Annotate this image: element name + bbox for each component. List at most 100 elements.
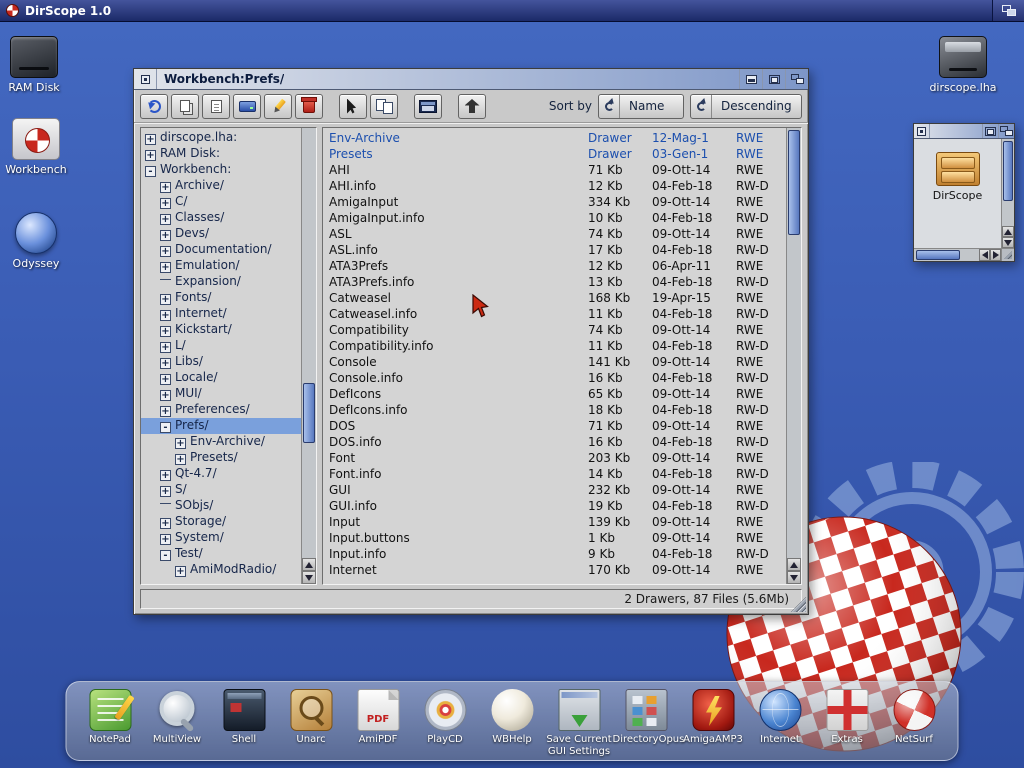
- device-button[interactable]: [233, 94, 261, 119]
- dock-item-multiview[interactable]: MultiView: [144, 689, 211, 757]
- expand-icon[interactable]: +: [160, 294, 171, 305]
- file-row[interactable]: Env-ArchiveDrawer12-Mag-1RWE: [323, 130, 786, 146]
- dock-item-amigaamp[interactable]: AmigaAMP3: [680, 689, 747, 757]
- tree-item[interactable]: +C/: [141, 194, 301, 210]
- collapse-icon[interactable]: -: [160, 550, 171, 561]
- icon-window-vscrollbar[interactable]: [1001, 139, 1014, 248]
- expand-icon[interactable]: +: [175, 454, 186, 465]
- pointer-button[interactable]: [339, 94, 367, 119]
- tree-item[interactable]: +Devs/: [141, 226, 301, 242]
- list-scroll-down-button[interactable]: [787, 571, 801, 584]
- file-row[interactable]: AmigaInput.info10 Kb04-Feb-18RW-D: [323, 210, 786, 226]
- select-button[interactable]: [370, 94, 398, 119]
- tree-item[interactable]: +Preferences/: [141, 402, 301, 418]
- expand-icon[interactable]: +: [145, 134, 156, 145]
- expand-icon[interactable]: +: [145, 150, 156, 161]
- file-row[interactable]: ATA3Prefs.info13 Kb04-Feb-18RW-D: [323, 274, 786, 290]
- tree-scrollbar[interactable]: [301, 128, 316, 584]
- rename-button[interactable]: [202, 94, 230, 119]
- expand-icon[interactable]: +: [160, 534, 171, 545]
- desktop-icon-workbench[interactable]: Workbench: [0, 118, 75, 176]
- expand-icon[interactable]: +: [175, 566, 186, 577]
- file-row[interactable]: Font203 Kb09-Ott-14RWE: [323, 450, 786, 466]
- file-row[interactable]: DOS.info16 Kb04-Feb-18RW-D: [323, 434, 786, 450]
- close-gadget[interactable]: [134, 69, 157, 89]
- dock-item-netsurf[interactable]: NetSurf: [881, 689, 948, 757]
- tree-item[interactable]: +Libs/: [141, 354, 301, 370]
- tree-item[interactable]: +dirscope.lha:: [141, 130, 301, 146]
- expand-icon[interactable]: +: [160, 198, 171, 209]
- dock-item-amipdf[interactable]: AmiPDF: [345, 689, 412, 757]
- file-row[interactable]: PresetsDrawer03-Gen-1RWE: [323, 146, 786, 162]
- tree-item[interactable]: +Internet/: [141, 306, 301, 322]
- screen-depth-gadget[interactable]: [992, 0, 1024, 21]
- scroll-right-button[interactable]: [990, 249, 1001, 261]
- file-row[interactable]: ASL.info17 Kb04-Feb-18RW-D: [323, 242, 786, 258]
- icon-window-hscrollbar[interactable]: [914, 248, 1001, 261]
- scroll-up-button[interactable]: [1002, 226, 1014, 237]
- resize-grip[interactable]: [1001, 248, 1014, 261]
- expand-icon[interactable]: +: [160, 230, 171, 241]
- dock-item-wbhelp[interactable]: WBHelp: [479, 689, 546, 757]
- edit-button[interactable]: [264, 94, 292, 119]
- zoom-gadget[interactable]: [762, 69, 785, 89]
- file-row[interactable]: GUI.info19 Kb04-Feb-18RW-D: [323, 498, 786, 514]
- tree-item[interactable]: +RAM Disk:: [141, 146, 301, 162]
- iconify-gadget[interactable]: [739, 69, 762, 89]
- dock-item-notepad[interactable]: NotePad: [77, 689, 144, 757]
- dock-item-unarc[interactable]: Unarc: [278, 689, 345, 757]
- tree-scroll-down-button[interactable]: [302, 571, 316, 584]
- file-row[interactable]: ATA3Prefs12 Kb06-Apr-11RWE: [323, 258, 786, 274]
- tree-item[interactable]: +Classes/: [141, 210, 301, 226]
- sort-order-cycle[interactable]: Descending: [690, 94, 802, 119]
- file-row[interactable]: Input.info9 Kb04-Feb-18RW-D: [323, 546, 786, 562]
- tree-item[interactable]: +Storage/: [141, 514, 301, 530]
- scroll-left-button[interactable]: [979, 249, 990, 261]
- icon-window-titlebar[interactable]: [914, 124, 1014, 139]
- file-row[interactable]: AHI71 Kb09-Ott-14RWE: [323, 162, 786, 178]
- tree-item[interactable]: +Presets/: [141, 450, 301, 466]
- desktop-icon-odyssey[interactable]: Odyssey: [0, 212, 75, 270]
- expand-icon[interactable]: +: [160, 470, 171, 481]
- list-scrollbar-thumb[interactable]: [788, 130, 800, 235]
- close-gadget[interactable]: [914, 124, 930, 138]
- sort-field-cycle[interactable]: Name: [598, 94, 684, 119]
- expand-icon[interactable]: +: [160, 358, 171, 369]
- expand-icon[interactable]: +: [160, 182, 171, 193]
- desktop-icon-ram-disk[interactable]: RAM Disk: [0, 36, 73, 94]
- file-row[interactable]: DOS71 Kb09-Ott-14RWE: [323, 418, 786, 434]
- file-row[interactable]: Compatibility.info11 Kb04-Feb-18RW-D: [323, 338, 786, 354]
- desktop-icon-dirscope-lha[interactable]: dirscope.lha: [924, 36, 1002, 94]
- dirscope-drawer-icon[interactable]: [936, 152, 980, 186]
- expand-icon[interactable]: +: [160, 342, 171, 353]
- tree-item[interactable]: -Test/: [141, 546, 301, 562]
- tree-item[interactable]: +L/: [141, 338, 301, 354]
- parent-button[interactable]: [458, 94, 486, 119]
- file-row[interactable]: Font.info14 Kb04-Feb-18RW-D: [323, 466, 786, 482]
- file-row[interactable]: AmigaInput334 Kb09-Ott-14RWE: [323, 194, 786, 210]
- tree-item[interactable]: +Fonts/: [141, 290, 301, 306]
- tree-item[interactable]: +Documentation/: [141, 242, 301, 258]
- expand-icon[interactable]: +: [160, 310, 171, 321]
- window-titlebar[interactable]: Workbench:Prefs/: [134, 69, 808, 90]
- list-scrollbar[interactable]: [786, 128, 801, 584]
- scroll-down-button[interactable]: [1002, 237, 1014, 248]
- dock-item-save-settings[interactable]: Save Current GUI Settings: [546, 689, 613, 757]
- tree-item[interactable]: SObjs/: [141, 498, 301, 514]
- zoom-gadget[interactable]: [982, 124, 998, 138]
- tree-item[interactable]: +System/: [141, 530, 301, 546]
- expand-icon[interactable]: +: [160, 326, 171, 337]
- dock-item-dopus[interactable]: DirectoryOpus: [613, 689, 680, 757]
- tree-item[interactable]: +Locale/: [141, 370, 301, 386]
- screen-button[interactable]: [414, 94, 442, 119]
- tree-item[interactable]: -Prefs/: [141, 418, 301, 434]
- file-row[interactable]: ASL74 Kb09-Ott-14RWE: [323, 226, 786, 242]
- file-row[interactable]: Input139 Kb09-Ott-14RWE: [323, 514, 786, 530]
- list-scroll-up-button[interactable]: [787, 558, 801, 571]
- tree-item[interactable]: -Workbench:: [141, 162, 301, 178]
- dock-item-extras[interactable]: Extras: [814, 689, 881, 757]
- dock-item-playcd[interactable]: PlayCD: [412, 689, 479, 757]
- expand-icon[interactable]: +: [160, 406, 171, 417]
- file-row[interactable]: Console.info16 Kb04-Feb-18RW-D: [323, 370, 786, 386]
- tree-item[interactable]: +Kickstart/: [141, 322, 301, 338]
